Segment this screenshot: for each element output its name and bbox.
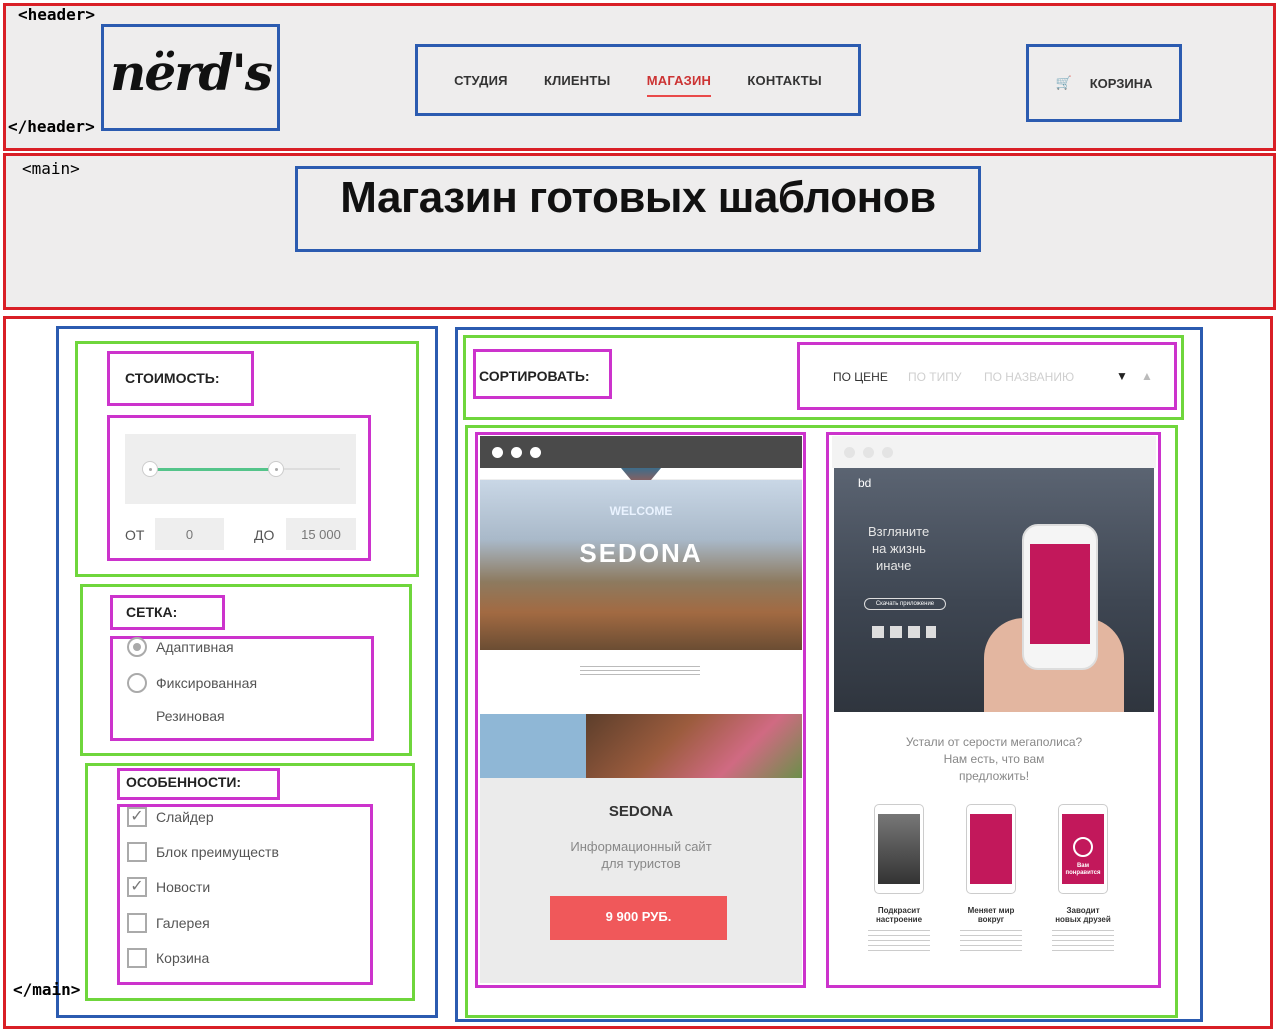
price-from-input[interactable] — [155, 518, 224, 550]
cart-label: КОРЗИНА — [1089, 75, 1153, 91]
feature-option-news[interactable]: ✓ Новости — [127, 877, 210, 897]
page-title: Магазин готовых шаблонов — [340, 173, 936, 222]
grid-option-label: Фиксированная — [156, 675, 258, 691]
main-close-annotation: </main> — [13, 980, 81, 999]
sort-by-name[interactable]: ПО НАЗВАНИЮ — [984, 370, 1074, 384]
price-to-label: ДО — [254, 527, 275, 543]
checkbox-checked-icon[interactable]: ✓ — [127, 877, 147, 897]
price-from-label: ОТ — [125, 527, 145, 543]
grid-option-adaptive[interactable]: Адаптивная — [127, 637, 234, 657]
nav-item-contacts[interactable]: КОНТАКТЫ — [747, 73, 821, 88]
feature-option-label: Блок преимуществ — [156, 844, 279, 860]
feature-option-gallery[interactable]: Галерея — [127, 913, 210, 933]
radio-checked-icon[interactable] — [127, 637, 147, 657]
cart-icon: 🛒 — [1055, 75, 1072, 90]
nav-item-studio[interactable]: СТУДИЯ — [454, 73, 508, 88]
price-min-handle[interactable] — [142, 461, 158, 477]
price-max-handle[interactable] — [268, 461, 284, 477]
price-heading: СТОИМОСТЬ: — [125, 370, 220, 386]
feature-option-label: Слайдер — [156, 809, 214, 825]
checkbox-icon[interactable] — [127, 948, 147, 968]
header-open-annotation: <header> — [18, 5, 96, 24]
features-heading: ОСОБЕННОСТИ: — [126, 774, 242, 790]
product-card-frame — [475, 432, 806, 988]
nav-item-shop[interactable]: МАГАЗИН — [646, 73, 712, 97]
product-card-frame — [826, 432, 1161, 988]
sort-by-price[interactable]: ПО ЦЕНЕ — [833, 370, 888, 384]
feature-option-label: Корзина — [156, 950, 210, 966]
feature-option-benefits[interactable]: Блок преимуществ — [127, 842, 279, 862]
main-nav: СТУДИЯ КЛИЕНТЫ МАГАЗИН КОНТАКТЫ — [418, 47, 858, 113]
grid-option-fixed[interactable]: Фиксированная — [127, 673, 257, 693]
feature-option-cart[interactable]: Корзина — [127, 948, 209, 968]
main-open-annotation: <main> — [22, 159, 80, 178]
sort-desc-icon[interactable]: ▼ — [1116, 369, 1128, 383]
checkbox-icon[interactable] — [127, 842, 147, 862]
checkbox-icon[interactable] — [127, 913, 147, 933]
cart-link[interactable]: 🛒 КОРЗИНА — [1029, 47, 1179, 119]
feature-option-label: Новости — [156, 879, 211, 895]
radio-icon[interactable] — [127, 673, 147, 693]
price-range-fill — [150, 468, 276, 471]
header-close-annotation: </header> — [8, 117, 95, 136]
price-to-input[interactable] — [286, 518, 356, 550]
logo[interactable]: nërd's — [104, 27, 277, 128]
grid-option-label: Адаптивная — [156, 639, 234, 655]
grid-option-label: Резиновая — [156, 708, 225, 724]
feature-option-label: Галерея — [156, 915, 210, 931]
grid-option-fluid[interactable]: Резиновая — [127, 708, 225, 724]
sort-by-type[interactable]: ПО ТИПУ — [908, 370, 962, 384]
checkbox-checked-icon[interactable]: ✓ — [127, 807, 147, 827]
nav-item-clients[interactable]: КЛИЕНТЫ — [544, 73, 611, 88]
sort-asc-icon[interactable]: ▲ — [1141, 369, 1153, 383]
feature-option-slider[interactable]: ✓ Слайдер — [127, 807, 214, 827]
grid-heading: СЕТКА: — [126, 604, 178, 620]
sort-label: СОРТИРОВАТЬ: — [479, 368, 590, 384]
